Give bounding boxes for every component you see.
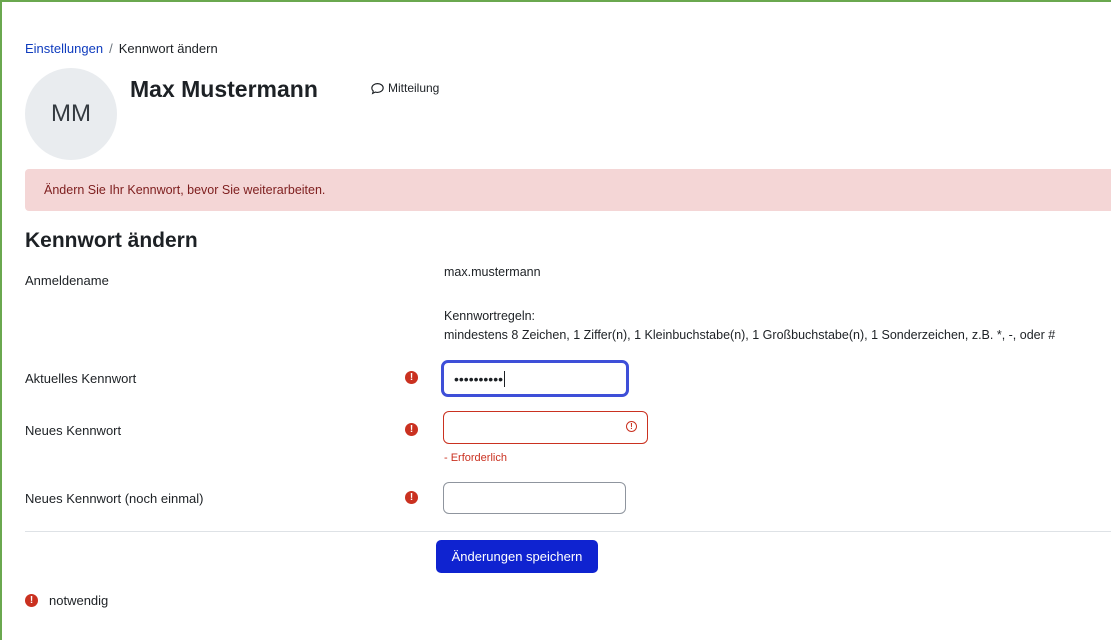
password-change-alert: Ändern Sie Ihr Kennwort, bevor Sie weite… — [25, 169, 1111, 211]
required-legend: ! notwendig — [25, 593, 108, 608]
error-circle-icon: ! — [626, 421, 637, 432]
avatar-initials: MM — [51, 100, 91, 127]
required-icon: ! — [405, 491, 418, 504]
breadcrumb-current: Kennwort ändern — [118, 41, 218, 56]
message-button[interactable]: Mitteilung — [371, 81, 439, 95]
required-legend-text: notwendig — [49, 593, 109, 608]
confirm-password-field[interactable] — [443, 482, 626, 514]
password-rules-text: mindestens 8 Zeichen, 1 Ziffer(n), 1 Kle… — [444, 328, 1056, 342]
confirm-password-label: Neues Kennwort (noch einmal) — [25, 491, 204, 506]
user-name: Max Mustermann — [130, 76, 318, 102]
current-password-field[interactable]: •••••••••• — [441, 360, 629, 397]
current-password-label: Aktuelles Kennwort — [25, 371, 137, 386]
alert-text: Ändern Sie Ihr Kennwort, bevor Sie weite… — [44, 183, 326, 197]
username-label: Anmeldename — [25, 273, 109, 288]
page-title: Kennwort ändern — [25, 229, 198, 252]
text-caret — [504, 370, 506, 387]
new-password-label: Neues Kennwort — [25, 423, 122, 438]
username-value: max.mustermann — [444, 265, 541, 279]
new-password-error: - Erforderlich — [444, 452, 507, 464]
current-password-value: •••••••••• — [454, 370, 504, 387]
breadcrumb-settings-link[interactable]: Einstellungen — [25, 41, 103, 56]
required-icon: ! — [25, 594, 38, 607]
message-label: Mitteilung — [388, 81, 440, 95]
breadcrumb-separator: / — [109, 41, 113, 56]
password-rules-heading: Kennwortregeln: — [444, 309, 536, 323]
required-icon: ! — [405, 371, 418, 384]
required-icon: ! — [405, 423, 418, 436]
new-password-field[interactable]: ! — [443, 411, 648, 444]
speech-bubble-icon — [371, 82, 384, 94]
avatar: MM — [25, 68, 117, 160]
breadcrumb: Einstellungen / Kennwort ändern — [25, 41, 218, 56]
save-changes-button[interactable]: Änderungen speichern — [436, 540, 598, 573]
divider — [25, 531, 1111, 532]
